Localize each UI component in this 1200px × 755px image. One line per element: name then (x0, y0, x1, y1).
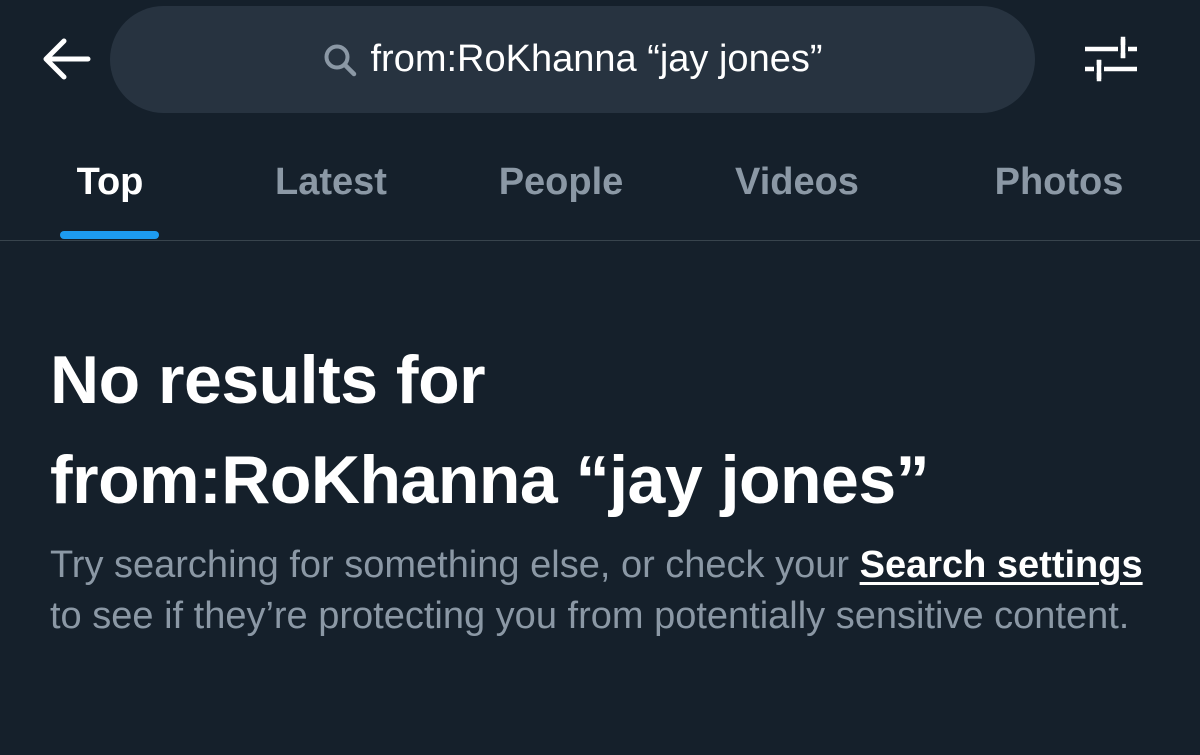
back-button[interactable] (36, 36, 96, 86)
empty-state-message: Try searching for something else, or che… (50, 540, 1160, 642)
empty-state-title-line2: from:RoKhanna “jay jones” (50, 442, 930, 518)
sliders-icon (1084, 34, 1138, 89)
empty-state-text-before: Try searching for something else, or che… (50, 544, 860, 586)
empty-state-text-after: to see if they’re protecting you from po… (50, 595, 1130, 637)
tab-videos[interactable]: Videos (712, 125, 882, 240)
empty-state-title-line1: No results for (50, 342, 486, 418)
tab-people[interactable]: People (475, 125, 647, 240)
search-results-screen: from:RoKhanna “jay jones” Top Latest Peo… (0, 0, 1200, 755)
search-query-text: from:RoKhanna “jay jones” (370, 38, 823, 80)
arrow-left-icon (40, 37, 92, 86)
tab-top[interactable]: Top (40, 125, 180, 240)
search-header: from:RoKhanna “jay jones” (0, 0, 1200, 125)
search-input[interactable]: from:RoKhanna “jay jones” (110, 6, 1035, 113)
active-tab-indicator (60, 231, 159, 239)
tab-photos[interactable]: Photos (970, 125, 1148, 240)
search-settings-link[interactable]: Search settings (860, 544, 1143, 586)
search-tabs: Top Latest People Videos Photos (0, 125, 1200, 241)
search-filter-button[interactable] (1080, 32, 1142, 90)
tab-latest[interactable]: Latest (250, 125, 412, 240)
search-icon (323, 43, 357, 77)
empty-state-title: No results for from:RoKhanna “jay jones” (50, 330, 1170, 530)
